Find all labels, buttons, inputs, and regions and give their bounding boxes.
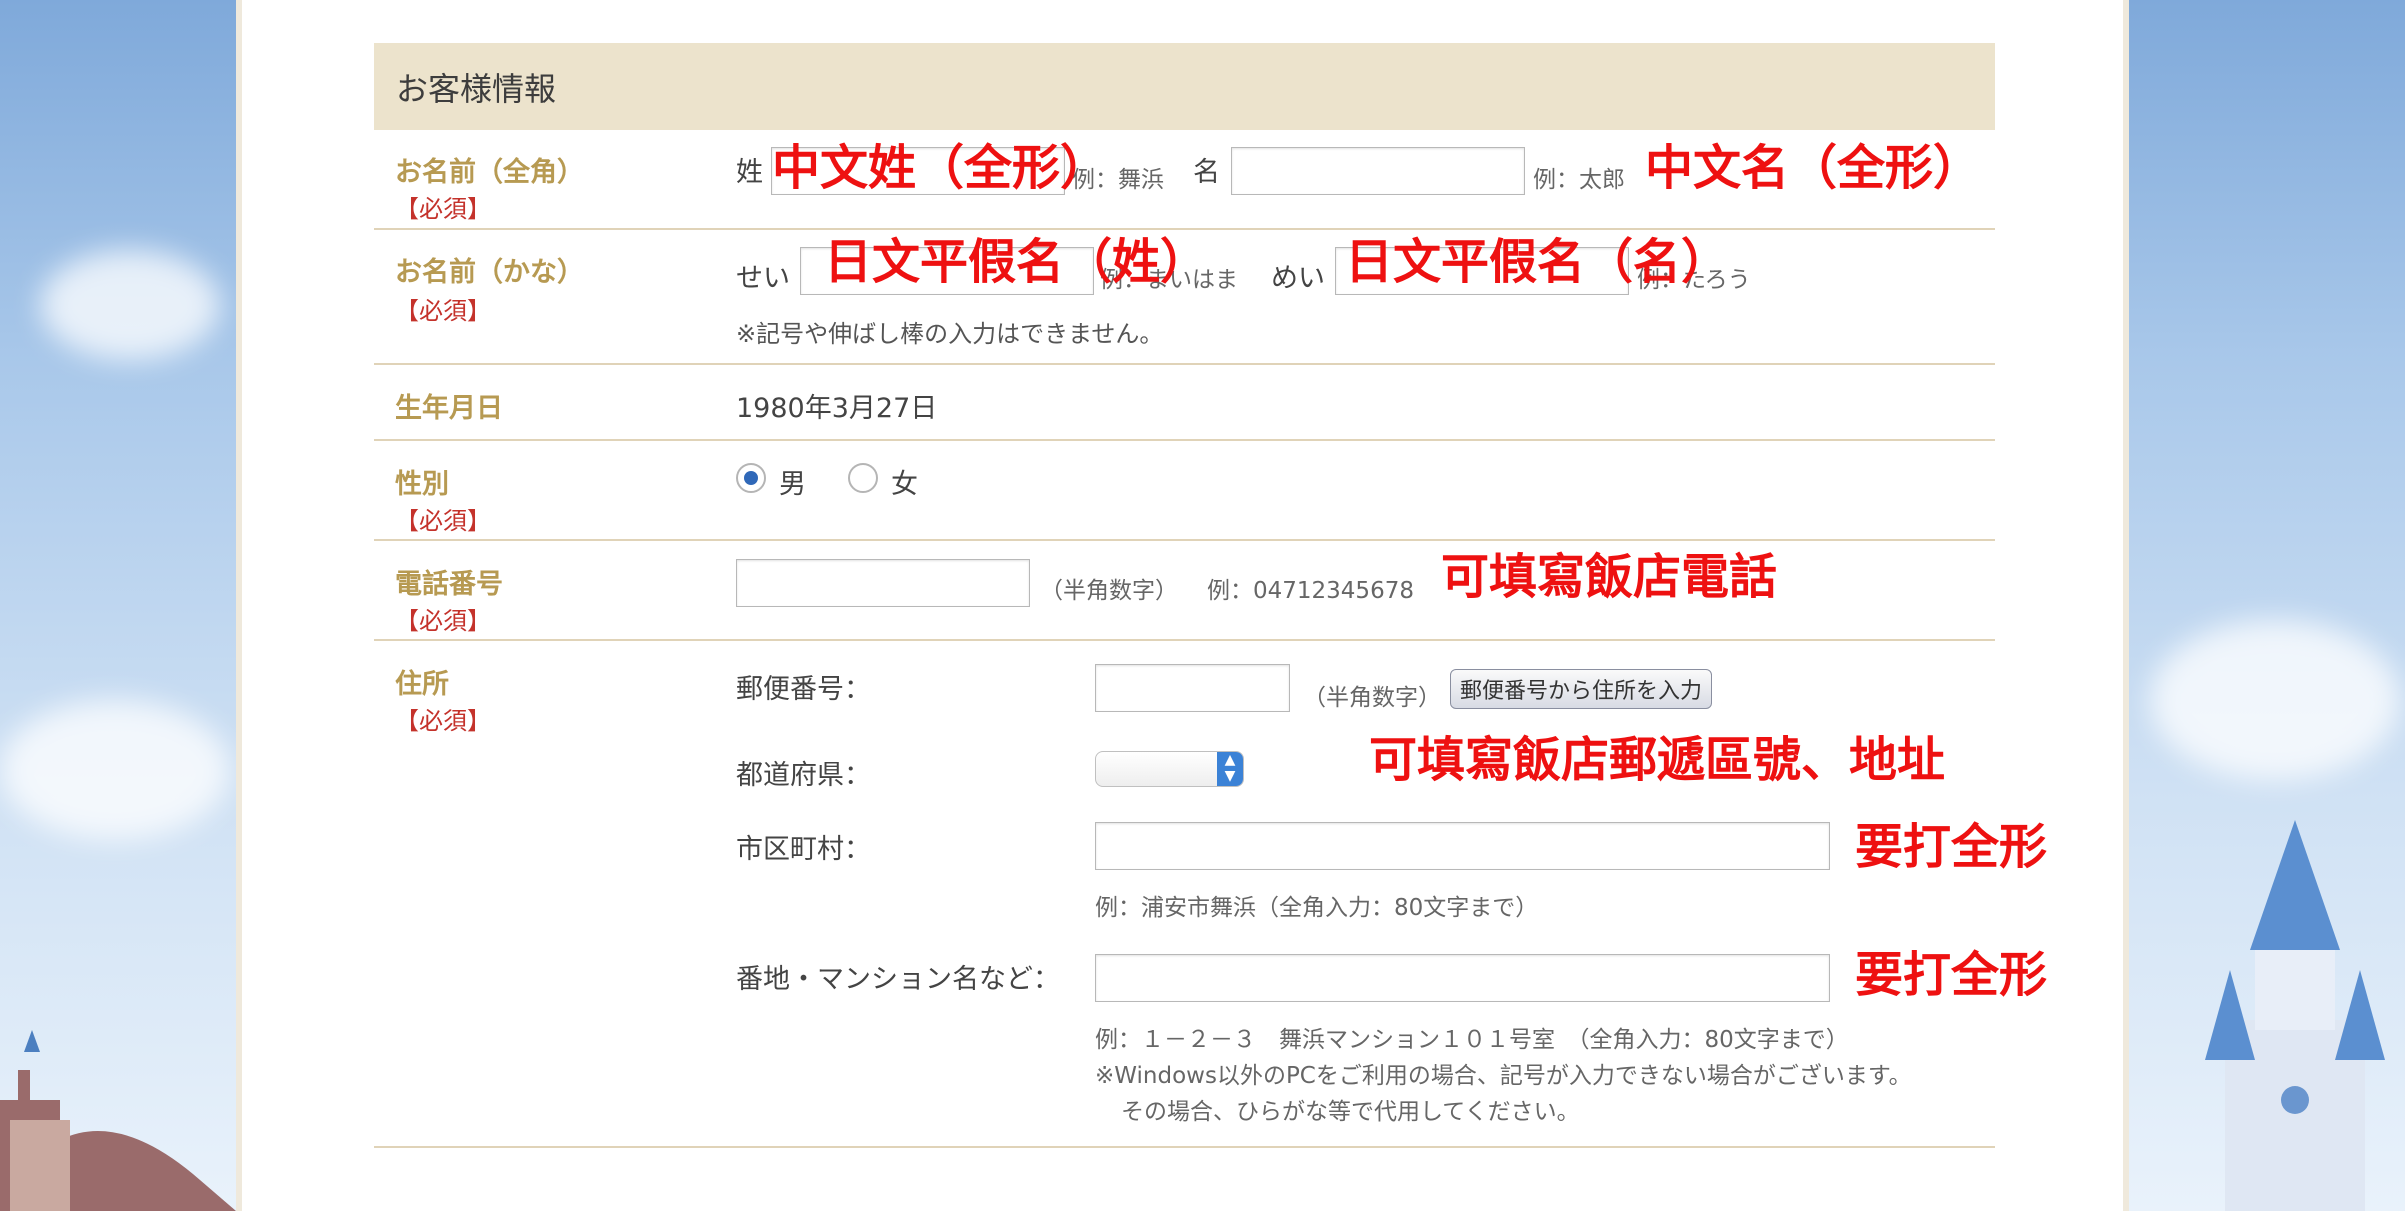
row-divider [374,539,1995,541]
gender-female-label[interactable]: 女 [891,462,918,501]
name-sei-label: 姓 [736,157,763,188]
city-input[interactable] [1095,822,1830,870]
prefecture-select[interactable]: ▲ ▼ [1095,751,1244,787]
row-divider [374,1146,1995,1148]
row-divider [374,439,1995,441]
annotation-street: 要打全形 [1855,947,2048,1003]
annotation-name-sei: 中文姓（全形） [772,140,1109,196]
gender-male-label[interactable]: 男 [779,462,806,501]
background-cloud [40,250,220,360]
street-label: 番地・マンション名など： [736,964,1060,995]
section-title: お客様情報 [374,43,1995,130]
address-label: 住所 [395,669,449,700]
background-cloud [2150,620,2400,780]
name-mei-example: 例：太郎 [1533,167,1625,193]
phone-required-badge: 【必須】 [395,607,491,635]
phone-hint: （半角数字） [1040,578,1178,604]
annotation-phone: 可填寫飯店電話 [1441,549,1778,605]
address-required-badge: 【必須】 [395,707,491,735]
city-label: 市区町村： [736,834,871,865]
prefecture-label: 都道府県： [736,760,871,791]
address-note-line2: その場合、ひらがな等で代用してください。 [1121,1099,1580,1125]
name-required-badge: 【必須】 [395,195,491,223]
kana-sei-label: せい [736,263,790,294]
annotation-kana-sei: 日文平假名（姓） [824,234,1209,290]
gender-female-radio[interactable] [848,463,878,493]
row-divider [374,639,1995,641]
background-cloud [0,700,230,840]
phone-input[interactable] [736,559,1030,607]
row-divider [374,363,1995,365]
select-arrows-icon: ▲ ▼ [1217,752,1243,786]
gender-required-badge: 【必須】 [395,507,491,535]
address-note-line1: ※Windows以外のPCをご利用の場合、記号が入力できない場合がございます。 [1095,1063,1912,1089]
annotation-city: 要打全形 [1855,819,2048,875]
castle-right-illustration [2205,820,2385,1211]
kana-note: ※記号や伸ばし棒の入力はできません。 [736,320,1164,348]
city-example: 例：浦安市舞浜（全角入力：80文字まで） [1095,895,1539,921]
kana-label: お名前（かな） [395,257,584,288]
annotation-kana-mei: 日文平假名（名） [1345,234,1730,290]
birthday-value: 1980年3月27日 [736,393,938,424]
kana-required-badge: 【必須】 [395,297,491,325]
castle-left-illustration [0,1030,236,1211]
postal-code-hint: （半角数字） [1303,685,1441,711]
postal-code-label: 郵便番号： [736,674,871,705]
postal-code-input[interactable] [1095,664,1290,712]
name-mei-label: 名 [1193,157,1220,188]
kana-mei-label: めい [1271,263,1325,294]
postal-lookup-button[interactable]: 郵便番号から住所を入力 [1450,669,1712,709]
name-label: お名前（全角） [395,157,584,188]
street-input[interactable] [1095,954,1830,1002]
gender-label: 性別 [395,469,449,500]
row-divider [374,228,1995,230]
name-mei-input[interactable] [1231,147,1525,195]
street-example: 例：１－２－３ 舞浜マンション１０１号室 （全角入力：80文字まで） [1095,1027,1849,1053]
phone-label: 電話番号 [395,569,503,600]
birthday-label: 生年月日 [395,393,503,424]
annotation-name-mei: 中文名（全形） [1645,140,1982,196]
annotation-address: 可填寫飯店郵遞區號、地址 [1369,732,1946,788]
phone-example: 例：04712345678 [1207,578,1414,604]
gender-male-radio[interactable] [736,463,766,493]
